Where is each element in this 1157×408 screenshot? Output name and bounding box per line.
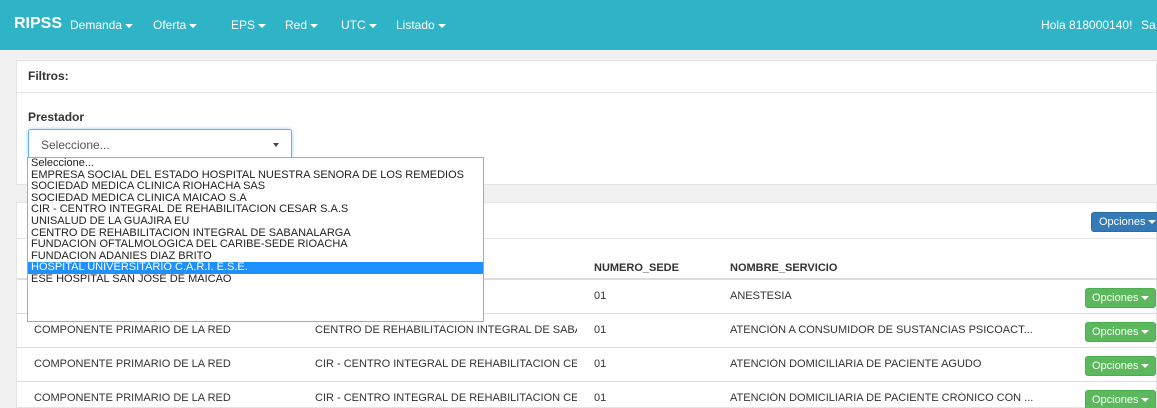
brand-logo[interactable]: RIPSS <box>14 15 62 33</box>
cell-componente: COMPONENTE PRIMARIO DE LA RED <box>34 324 231 336</box>
menu-red[interactable]: Red <box>285 18 319 32</box>
dropdown-option[interactable]: Seleccione... <box>28 158 483 170</box>
button-label: Opciones <box>1092 292 1139 304</box>
menu-label: Oferta <box>153 18 187 32</box>
row-opciones-button[interactable]: Opciones <box>1085 390 1157 408</box>
caret-down-icon <box>258 23 267 28</box>
menu-label: Red <box>285 18 308 32</box>
filters-title: Filtros: <box>17 61 1156 93</box>
button-label: Opciones <box>1099 216 1146 228</box>
menu-label: Listado <box>396 18 435 32</box>
row-opciones-button[interactable]: Opciones <box>1085 356 1157 376</box>
menu-utc[interactable]: UTC <box>341 18 377 32</box>
menu-eps[interactable]: EPS <box>231 18 267 32</box>
menu-oferta[interactable]: Oferta <box>153 18 198 32</box>
dropdown-option[interactable]: HOSPITAL UNIVERSITARIO C.A.R.I. E.S.E. <box>28 262 483 274</box>
caret-down-icon <box>1148 220 1157 225</box>
cell-servicio: ATENCIÓN A CONSUMIDOR DE SUSTANCIAS PSIC… <box>730 324 1033 336</box>
button-label: Opciones <box>1092 394 1139 406</box>
caret-down-icon <box>437 23 446 28</box>
dropdown-option[interactable]: SOCIEDAD MEDICA CLINICA MAICAO S.A <box>28 193 483 205</box>
cell-sede: 01 <box>594 392 607 404</box>
top-navbar: RIPSS Demanda Oferta EPS Red UTC Listado… <box>0 0 1157 50</box>
dropdown-option[interactable]: ESE HOSPITAL SAN JOSE DE MAICAO <box>28 274 483 286</box>
cell-sede: 01 <box>594 358 607 370</box>
cell-prestador: CIR - CENTRO INTEGRAL DE REHABILITACION … <box>315 392 577 404</box>
dropdown-option[interactable]: CENTRO DE REHABILITACION INTEGRAL DE SAB… <box>28 228 483 240</box>
prestador-dropdown-list: Seleccione... EMPRESA SOCIAL DEL ESTADO … <box>27 157 484 322</box>
chevron-down-icon <box>273 143 279 147</box>
menu-listado[interactable]: Listado <box>396 18 446 32</box>
caret-down-icon <box>1141 364 1150 369</box>
caret-down-icon <box>125 23 134 28</box>
cell-servicio: ATENCIÓN DOMICILIARIA DE PACIENTE CRÓNIC… <box>730 392 1034 404</box>
cell-prestador: CENTRO DE REHABILITACION INTEGRAL DE SAB… <box>315 324 577 336</box>
caret-down-icon <box>1141 330 1150 335</box>
cell-sede: 01 <box>594 290 607 302</box>
column-header-numero-sede[interactable]: NUMERO_SEDE <box>594 262 679 274</box>
button-label: Opciones <box>1092 360 1139 372</box>
button-label: Opciones <box>1092 326 1139 338</box>
opciones-main-button[interactable]: Opciones <box>1091 212 1157 232</box>
dropdown-option[interactable]: UNISALUD DE LA GUAJIRA EU <box>28 216 483 228</box>
menu-label: UTC <box>341 18 366 32</box>
cell-servicio: ATENCIÓN DOMICILIARIA DE PACIENTE AGUDO <box>730 358 982 370</box>
cell-servicio: ANESTESIA <box>730 290 792 302</box>
dropdown-option[interactable]: FUNDACION OFTALMOLOGICA DEL CARIBE-SEDE … <box>28 239 483 251</box>
dropdown-option[interactable]: SOCIEDAD MEDICA CLINICA RIOHACHA SAS <box>28 181 483 193</box>
row-opciones-button[interactable]: Opciones <box>1085 288 1157 308</box>
menu-label: Demanda <box>70 18 123 32</box>
cell-prestador: CIR - CENTRO INTEGRAL DE REHABILITACION … <box>315 358 577 370</box>
caret-down-icon <box>1141 398 1150 403</box>
table-row: COMPONENTE PRIMARIO DE LA RED CIR - CENT… <box>17 382 1157 408</box>
prestador-select[interactable]: Seleccione... <box>28 129 292 159</box>
cell-sede: 01 <box>594 324 607 336</box>
column-header-nombre-servicio[interactable]: NOMBRE_SERVICIO <box>730 262 837 274</box>
table-row: COMPONENTE PRIMARIO DE LA RED CIR - CENT… <box>17 348 1157 382</box>
dropdown-option[interactable]: EMPRESA SOCIAL DEL ESTADO HOSPITAL NUEST… <box>28 170 483 182</box>
dropdown-option[interactable]: FUNDACION ADANIES DIAZ BRITO <box>28 251 483 263</box>
logout-link[interactable]: Sa <box>1141 18 1156 32</box>
menu-label: EPS <box>231 18 256 32</box>
caret-down-icon <box>368 23 377 28</box>
cell-componente: COMPONENTE PRIMARIO DE LA RED <box>34 392 231 404</box>
cell-componente: COMPONENTE PRIMARIO DE LA RED <box>34 358 231 370</box>
caret-down-icon <box>189 23 198 28</box>
row-opciones-button[interactable]: Opciones <box>1085 322 1157 342</box>
select-value: Seleccione... <box>41 138 110 152</box>
caret-down-icon <box>1141 296 1150 301</box>
user-greeting[interactable]: Hola 818000140! <box>1041 18 1132 32</box>
caret-down-icon <box>310 23 319 28</box>
menu-demanda[interactable]: Demanda <box>70 18 134 32</box>
prestador-label: Prestador <box>28 110 85 124</box>
dropdown-option[interactable]: CIR - CENTRO INTEGRAL DE REHABILITACION … <box>28 204 483 216</box>
